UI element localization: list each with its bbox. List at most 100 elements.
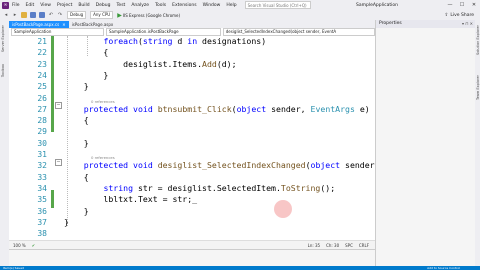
code-token: string bbox=[103, 182, 134, 193]
team-explorer-tab[interactable]: Team Explorer bbox=[476, 75, 480, 100]
code-token: EventArgs bbox=[310, 103, 355, 114]
menu-item-file[interactable]: File bbox=[12, 3, 20, 8]
code-line[interactable]: 24 } bbox=[9, 70, 375, 81]
code-line[interactable]: 27 protected void btnsubmit_Click(object… bbox=[9, 104, 375, 115]
close-button[interactable]: ✕ bbox=[468, 2, 480, 8]
save-all-icon[interactable] bbox=[39, 12, 45, 18]
menu-bar: File Edit View Project Build Debug Test Analyze… bbox=[12, 3, 243, 8]
code-token: string bbox=[142, 36, 173, 46]
code-text: } bbox=[64, 217, 69, 228]
code-token: } bbox=[64, 216, 69, 227]
line-number: 38 bbox=[37, 229, 47, 239]
undo-icon[interactable]: ↶ bbox=[48, 12, 54, 18]
start-debugging-button[interactable]: ▶ IIS Express (Google Chrome) bbox=[117, 12, 180, 19]
menu-item-project[interactable]: Project bbox=[57, 3, 72, 8]
solution-explorer-tab[interactable]: Solution Explorer bbox=[476, 25, 480, 55]
code-line[interactable]: 28 { bbox=[9, 115, 375, 126]
code-token: void bbox=[133, 160, 153, 171]
code-line[interactable]: 31 bbox=[9, 149, 375, 160]
code-text: string str = desiglist.SelectedItem.ToSt… bbox=[64, 183, 335, 194]
code-text: protected void desiglist_SelectedIndexCh… bbox=[64, 160, 375, 171]
code-editor[interactable]: − − 21 foreach(string d in designations)… bbox=[9, 36, 375, 240]
line-number: 21 bbox=[37, 37, 47, 46]
minimize-button[interactable]: — bbox=[444, 2, 456, 8]
code-token: { bbox=[64, 171, 89, 182]
code-line[interactable]: 22 { bbox=[9, 47, 375, 58]
menu-item-debug[interactable]: Debug bbox=[96, 3, 111, 8]
back-arrow-icon[interactable]: ◂ bbox=[3, 12, 9, 18]
menu-item-help[interactable]: Help bbox=[226, 3, 236, 8]
member-dropdown[interactable]: desiglist_SelectedIndexChanged(object se… bbox=[222, 28, 375, 36]
class-dropdown[interactable]: SampleApplication.isPostBackPage bbox=[105, 28, 221, 36]
open-folder-icon[interactable] bbox=[21, 12, 27, 18]
code-line[interactable]: 29 bbox=[9, 126, 375, 137]
no-issues-icon: ✔ bbox=[31, 243, 36, 248]
line-number: 27 bbox=[37, 104, 47, 114]
tab-code-behind[interactable]: isPostBackPage.aspx.cs ✕ bbox=[9, 21, 69, 28]
code-token: d bbox=[172, 36, 188, 46]
line-number: 24 bbox=[37, 70, 47, 80]
code-token: } bbox=[64, 81, 89, 92]
code-line[interactable]: 37} bbox=[9, 217, 375, 228]
code-line[interactable]: 23 desiglist.Items.Add(d); bbox=[9, 59, 375, 70]
code-line[interactable]: 38 bbox=[9, 228, 375, 239]
line-number: 31 bbox=[37, 150, 47, 159]
output-panel bbox=[9, 249, 375, 267]
project-dropdown[interactable]: SampleApplication bbox=[11, 28, 104, 36]
line-number: 37 bbox=[37, 217, 47, 227]
zoom-level[interactable]: 100 % bbox=[13, 243, 26, 248]
menu-item-extensions[interactable]: Extensions bbox=[172, 3, 196, 8]
column-indicator: Ch: 30 bbox=[326, 243, 340, 248]
live-share-label: Live Share bbox=[450, 12, 474, 18]
tab-markup[interactable]: isPostBackPage.aspx bbox=[69, 21, 117, 28]
code-line[interactable]: 36 } bbox=[9, 206, 375, 217]
menu-item-build[interactable]: Build bbox=[78, 3, 89, 8]
configuration-select[interactable]: Debug bbox=[67, 11, 87, 19]
panel-controls-icon[interactable]: ▾ ⊓ ✕ bbox=[462, 20, 473, 28]
source-control-button[interactable]: Add to Source Control bbox=[427, 266, 460, 270]
code-token: desiglist.Items. bbox=[64, 58, 203, 69]
code-line[interactable]: 26 bbox=[9, 93, 375, 104]
menu-item-analyze[interactable]: Analyze bbox=[131, 3, 149, 8]
code-line[interactable]: 30 } bbox=[9, 138, 375, 149]
menu-item-tools[interactable]: Tools bbox=[155, 3, 166, 8]
properties-title: Properties bbox=[379, 21, 402, 26]
whitespace-indicator: SPC bbox=[345, 243, 353, 248]
redo-icon[interactable]: ↷ bbox=[57, 12, 63, 18]
platform-select[interactable]: Any CPU bbox=[90, 11, 114, 19]
codelens-references[interactable]: 0 references bbox=[91, 99, 115, 105]
line-number: 22 bbox=[37, 48, 47, 58]
line-number: 32 bbox=[37, 161, 47, 171]
play-icon: ▶ bbox=[117, 11, 122, 19]
code-line[interactable]: 25 } bbox=[9, 81, 375, 92]
close-tab-icon[interactable]: ✕ bbox=[62, 21, 65, 28]
menu-item-edit[interactable]: Edit bbox=[26, 3, 35, 8]
properties-panel: Properties ▾ ⊓ ✕ bbox=[375, 20, 476, 266]
server-explorer-tab[interactable]: Server Explorer bbox=[1, 25, 5, 52]
menu-item-test[interactable]: Test bbox=[116, 3, 125, 8]
line-number: 23 bbox=[37, 59, 47, 69]
toolbox-tab[interactable]: Toolbox bbox=[1, 64, 5, 77]
line-number: 33 bbox=[37, 172, 47, 182]
live-share-button[interactable]: ⇧ Live Share bbox=[445, 13, 474, 18]
save-icon[interactable] bbox=[30, 12, 36, 18]
code-token: object bbox=[310, 160, 341, 171]
maximize-button[interactable]: ☐ bbox=[456, 2, 468, 8]
line-number: 29 bbox=[37, 127, 47, 137]
forward-arrow-icon[interactable]: ▸ bbox=[12, 12, 18, 18]
code-text: desiglist.Items.Add(d); bbox=[64, 58, 236, 70]
line-ending-indicator: CRLF bbox=[358, 243, 369, 248]
code-line[interactable]: 35 lbltxt.Text = str;_ bbox=[9, 194, 375, 205]
menu-item-window[interactable]: Window bbox=[203, 3, 221, 8]
code-text: } bbox=[64, 70, 108, 81]
code-line[interactable]: 21 foreach(string d in designations) bbox=[9, 36, 375, 47]
search-input[interactable]: Search Visual Studio (Ctrl+Q) bbox=[244, 1, 311, 9]
code-line[interactable]: 32 protected void desiglist_SelectedInde… bbox=[9, 160, 375, 171]
codelens-references[interactable]: 0 references bbox=[91, 155, 115, 161]
code-token: protected bbox=[83, 103, 129, 114]
menu-item-view[interactable]: View bbox=[40, 3, 51, 8]
code-line[interactable]: 33 { bbox=[9, 172, 375, 183]
code-line[interactable]: 34 string str = desiglist.SelectedItem.T… bbox=[9, 183, 375, 194]
